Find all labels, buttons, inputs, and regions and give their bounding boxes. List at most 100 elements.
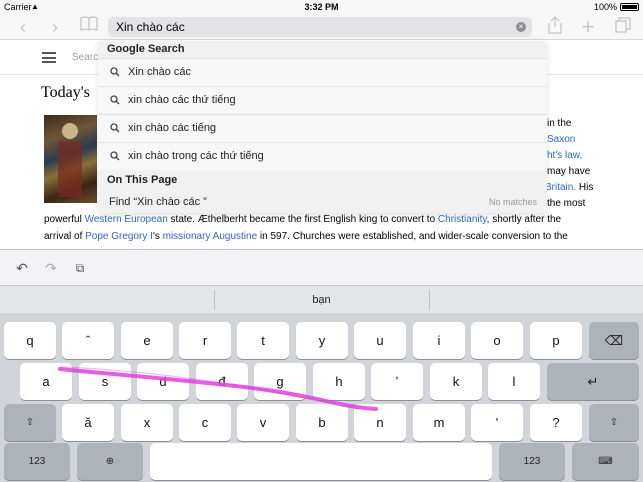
keyboard: ↶ ↷ ⧉ bạn q ˆ e r t y u i o p ⌫ a s d đ … <box>0 249 643 482</box>
key-k[interactable]: k <box>430 363 482 400</box>
clear-icon[interactable]: × <box>516 22 526 32</box>
link-augustine[interactable]: Augustine <box>213 231 257 242</box>
menu-icon[interactable] <box>42 52 56 63</box>
page-heading: Today's <box>41 84 90 101</box>
key-g[interactable]: g <box>254 363 306 400</box>
key-m[interactable]: m <box>413 404 465 441</box>
text-fragment: may have <box>547 166 591 177</box>
key-n[interactable]: n <box>354 404 406 441</box>
key-e[interactable]: e <box>121 322 173 359</box>
globe-icon[interactable]: ⊕ <box>77 443 143 480</box>
text: in 597. Churches were established, and w… <box>257 231 568 242</box>
status-bar: Carrier ▲ 3:32 PM 100% <box>0 0 643 14</box>
key-u[interactable]: u <box>354 322 406 359</box>
key-s[interactable]: s <box>79 363 131 400</box>
key-y[interactable]: y <box>296 322 348 359</box>
search-icon <box>110 95 120 105</box>
link-missionary[interactable]: missionary <box>163 231 211 242</box>
link-britain[interactable]: Britain. <box>545 182 576 193</box>
key-o[interactable]: o <box>471 322 523 359</box>
google-search-header: Google Search <box>107 43 185 55</box>
find-on-page-label: Find “Xin chào các ” <box>109 196 207 208</box>
suggestion-item[interactable]: Xin chào các <box>98 58 547 86</box>
key-circumflex[interactable]: ˆ <box>62 322 114 359</box>
tabs-icon[interactable] <box>612 16 634 38</box>
search-icon <box>110 123 120 133</box>
backspace-icon[interactable]: ⌫ <box>589 322 639 359</box>
wiki-search-placeholder[interactable]: Searc <box>72 52 98 63</box>
key-d[interactable]: d <box>137 363 189 400</box>
suggestion-label: Xin chào các <box>128 66 191 78</box>
keyboard-shortcut-bar: ↶ ↷ ⧉ <box>0 249 643 285</box>
search-suggestions: Google Search Xin chào các xin chào các … <box>98 41 547 213</box>
share-icon[interactable] <box>544 16 566 38</box>
suggestion-label: xin chào các thứ tiếng <box>128 94 236 106</box>
predictive-bar: bạn <box>0 285 643 313</box>
link-western-european[interactable]: Western European <box>85 214 168 225</box>
key-a-breve[interactable]: ă <box>62 404 114 441</box>
key-p[interactable]: p <box>530 322 582 359</box>
text: , shortly after the <box>486 214 562 225</box>
paste-icon[interactable]: ⧉ <box>72 260 88 276</box>
featured-image[interactable] <box>44 115 97 203</box>
search-icon <box>110 151 120 161</box>
forward-arrow-icon[interactable]: › <box>44 16 66 38</box>
key-a[interactable]: a <box>20 363 72 400</box>
text-fragment: His <box>576 182 594 193</box>
key-horn[interactable]: ʼ <box>371 363 423 400</box>
key-r[interactable]: r <box>179 322 231 359</box>
undo-icon[interactable]: ↶ <box>14 260 30 276</box>
book-icon <box>80 16 98 32</box>
suggestion-label: xin chào trong các thứ tiếng <box>128 150 264 162</box>
link-pope-gregory[interactable]: Pope Gregory I <box>85 231 153 242</box>
text: arrival of <box>44 231 86 242</box>
key-q[interactable]: q <box>4 322 56 359</box>
text: powerful <box>44 214 85 225</box>
key-h[interactable]: h <box>313 363 365 400</box>
link-fragment[interactable]: Saxon <box>547 133 575 147</box>
back-arrow-icon[interactable]: ‹ <box>12 16 34 38</box>
hide-keyboard-icon[interactable]: ⌨ <box>572 443 639 480</box>
battery-icon <box>620 3 639 11</box>
key-b[interactable]: b <box>296 404 348 441</box>
suggestion-item[interactable]: xin chào các thứ tiếng <box>98 86 547 114</box>
key-t[interactable]: t <box>237 322 289 359</box>
key-x[interactable]: x <box>121 404 173 441</box>
shift-icon[interactable]: ⇧ <box>4 404 56 441</box>
prediction-word[interactable]: bạn <box>214 294 429 306</box>
text: state. Æthelberht became the first Engli… <box>167 214 438 225</box>
key-d-stroke[interactable]: đ <box>196 363 248 400</box>
return-icon[interactable]: ↵ <box>547 363 639 400</box>
link-christianity[interactable]: Christianity <box>438 214 487 225</box>
shift-icon[interactable]: ⇧ <box>589 404 639 441</box>
key-l[interactable]: l <box>488 363 540 400</box>
link-fragment[interactable]: ht's law, <box>547 149 582 163</box>
numbers-key[interactable]: 123 <box>4 443 70 480</box>
suggestion-item[interactable]: xin chào các tiếng <box>98 114 547 142</box>
paragraph-line-1: powerful Western European state. Æthelbe… <box>44 214 561 225</box>
battery-percent: 100% <box>593 2 617 12</box>
suggestion-label: xin chào các tiếng <box>128 122 217 134</box>
suggestion-item[interactable]: xin chào trong các thứ tiếng <box>98 142 547 170</box>
text-fragment: the most <box>547 198 586 209</box>
key-apostrophe[interactable]: ' <box>471 404 523 441</box>
match-count: No matches <box>488 197 537 207</box>
key-i[interactable]: i <box>413 322 465 359</box>
redo-icon[interactable]: ↷ <box>43 260 59 276</box>
new-tab-icon[interactable]: + <box>577 16 599 38</box>
find-on-page-item[interactable]: Find “Xin chào các ” No matches <box>98 191 547 213</box>
text-fragment-line: Britain. His <box>545 181 593 195</box>
url-input[interactable] <box>116 17 506 37</box>
space-bar[interactable] <box>150 443 492 480</box>
key-c[interactable]: c <box>179 404 231 441</box>
divider <box>429 290 430 310</box>
address-bar[interactable]: × <box>108 17 532 37</box>
bookmarks-icon[interactable] <box>78 16 100 38</box>
browser-toolbar: ‹ › × + <box>0 14 643 40</box>
numbers-key[interactable]: 123 <box>499 443 565 480</box>
key-v[interactable]: v <box>237 404 289 441</box>
on-this-page-header: On This Page <box>107 174 178 186</box>
key-question[interactable]: ? <box>530 404 582 441</box>
clock: 3:32 PM <box>304 2 339 12</box>
text-fragment: in the <box>547 118 572 129</box>
